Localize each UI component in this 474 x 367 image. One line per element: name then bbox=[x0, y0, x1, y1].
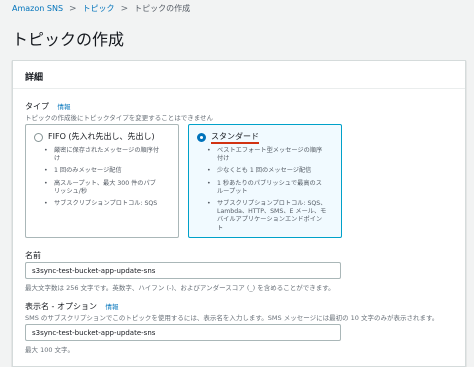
breadcrumb-create-topic: トピックの作成 bbox=[134, 4, 191, 13]
list-item: 高スループット、最大 300 件のパブリッシュ/秒 bbox=[42, 180, 160, 196]
standard-title: スタンダード bbox=[211, 132, 259, 141]
name-label: 名前 bbox=[25, 251, 41, 260]
standard-bullets: ベストエフォート型メッセージの順序付け 少なくとも 1 回のメッセージ配信 1 … bbox=[205, 147, 327, 237]
type-info-link[interactable]: 情報 bbox=[58, 103, 71, 111]
type-label: タイプ bbox=[25, 102, 49, 111]
chevron-right-icon: > bbox=[120, 3, 129, 14]
breadcrumb-sns[interactable]: Amazon SNS bbox=[12, 4, 63, 13]
details-panel: 詳細 タイプ 情報 トピックの作成後にトピックタイプを変更することはできません … bbox=[12, 60, 466, 367]
display-name-label-row: 表示名 - オプション 情報 bbox=[25, 301, 119, 312]
display-name-hint: 最大 100 文字。 bbox=[25, 346, 75, 354]
breadcrumb: Amazon SNS > トピック > トピックの作成 bbox=[12, 3, 190, 14]
list-item: 1 回のみメッセージ配信 bbox=[42, 167, 160, 175]
list-item: 1 秒あたりのパブリッシュで最高のスループット bbox=[205, 180, 327, 196]
chevron-right-icon: > bbox=[69, 3, 77, 14]
panel-title: 詳細 bbox=[25, 73, 44, 83]
list-item: 少なくとも 1 回のメッセージ配信 bbox=[205, 167, 327, 175]
breadcrumb-topics[interactable]: トピック bbox=[83, 3, 115, 14]
name-hint: 最大文字数は 256 文字です。英数字、ハイフン (-)、およびアンダースコア … bbox=[25, 284, 335, 292]
type-label-row: タイプ 情報 bbox=[25, 101, 71, 112]
fifo-title: FIFO (先入れ先出し、先出し) bbox=[48, 132, 155, 141]
annotation-underline bbox=[211, 142, 259, 144]
list-item: サブスクリプションプロトコル: SQS bbox=[42, 200, 160, 208]
display-name-description: SMS のサブスクリプションでこのトピックを使用するには、表示名を入力します。S… bbox=[25, 314, 439, 322]
display-name-info-link[interactable]: 情報 bbox=[106, 303, 119, 311]
type-option-standard[interactable]: スタンダード ベストエフォート型メッセージの順序付け 少なくとも 1 回のメッセ… bbox=[188, 124, 342, 238]
display-name-label: 表示名 - オプション bbox=[25, 302, 97, 311]
radio-standard[interactable] bbox=[197, 133, 206, 142]
type-option-fifo[interactable]: FIFO (先入れ先出し、先出し) 厳密に保存されたメッセージの順序付け 1 回… bbox=[25, 124, 179, 238]
page-title: トピックの作成 bbox=[12, 30, 125, 49]
radio-fifo[interactable] bbox=[34, 133, 43, 142]
panel-header: 詳細 bbox=[13, 61, 465, 89]
list-item: ベストエフォート型メッセージの順序付け bbox=[205, 147, 327, 163]
type-description: トピックの作成後にトピックタイプを変更することはできません bbox=[25, 114, 214, 122]
list-item: 厳密に保存されたメッセージの順序付け bbox=[42, 147, 160, 163]
list-item: サブスクリプションプロトコル: SQS、Lambda、HTTP、SMS、E メー… bbox=[205, 200, 327, 233]
name-input[interactable]: s3sync-test-bucket-app-update-sns bbox=[25, 262, 341, 279]
display-name-input[interactable]: s3sync-test-bucket-app-update-sns bbox=[25, 324, 341, 341]
fifo-bullets: 厳密に保存されたメッセージの順序付け 1 回のみメッセージ配信 高スループット、… bbox=[42, 147, 160, 212]
